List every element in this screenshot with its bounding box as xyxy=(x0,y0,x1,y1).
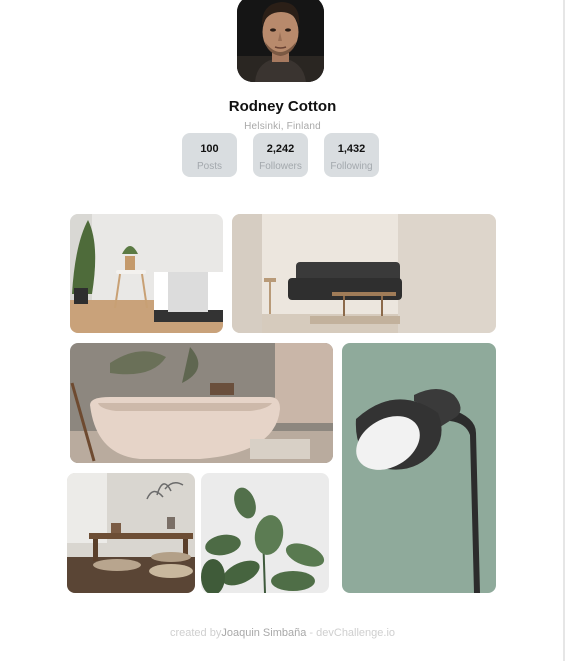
footer-suffix: - devChallenge.io xyxy=(306,627,396,639)
plant-photo[interactable] xyxy=(201,473,329,593)
low-table-photo[interactable] xyxy=(67,473,195,593)
profile-location: Helsinki, Finland xyxy=(244,121,321,132)
footer-prefix: created by xyxy=(169,627,222,639)
avatar xyxy=(237,0,324,82)
stat-following-label: Following xyxy=(330,161,373,172)
stat-followers[interactable]: 2,242 Followers xyxy=(253,133,308,177)
profile-name: Rodney Cotton xyxy=(228,98,337,115)
living-room-photo[interactable] xyxy=(232,214,496,333)
lamp-photo[interactable] xyxy=(342,343,496,593)
stat-posts-label: Posts xyxy=(196,161,222,172)
stat-followers-value: 2,242 xyxy=(266,143,295,155)
footer-author-link[interactable]: Joaquin Simbaña xyxy=(221,627,306,639)
bedroom-photo[interactable] xyxy=(70,214,223,333)
stat-posts-value: 100 xyxy=(200,143,219,155)
stat-followers-label: Followers xyxy=(259,161,302,172)
stat-following[interactable]: 1,432 Following xyxy=(324,133,379,177)
bathtub-photo[interactable] xyxy=(70,343,333,463)
stat-following-value: 1,432 xyxy=(337,143,366,155)
stat-posts[interactable]: 100 Posts xyxy=(182,133,237,177)
footer-credit: created byJoaquin Simbaña - devChallenge… xyxy=(0,627,565,639)
